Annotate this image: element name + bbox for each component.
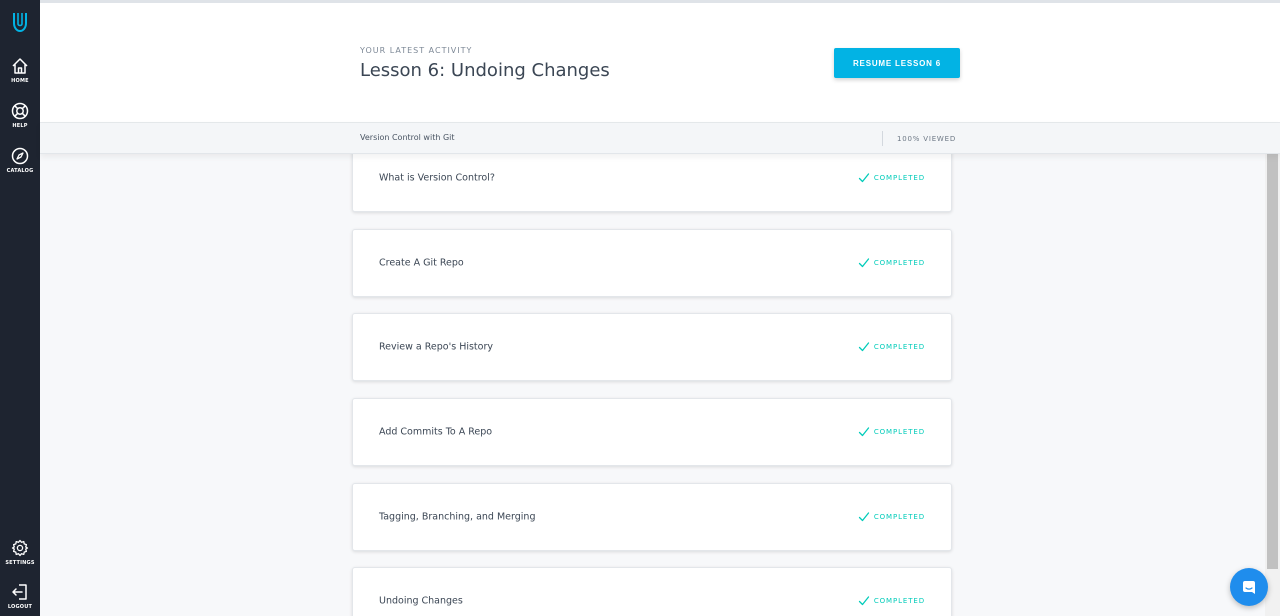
sidebar-item-logout[interactable]: LOGOUT [0,582,40,610]
status-badge: COMPLETED [858,341,925,353]
status-text: COMPLETED [873,597,925,605]
lesson-title: What is Version Control? [379,172,495,184]
lesson-title: Create A Git Repo [379,257,464,269]
course-subheader: Version Control with Git 100% VIEWED [40,123,1280,154]
lesson-card[interactable]: What is Version Control? COMPLETED [352,154,952,212]
lesson-card[interactable]: Undoing Changes COMPLETED [352,567,952,616]
sidebar-item-label: HELP [12,123,28,129]
compass-icon [11,147,29,165]
checkmark-icon [858,427,869,437]
udacity-logo-icon[interactable] [8,10,32,34]
lesson-title: Tagging, Branching, and Merging [379,511,536,523]
sidebar-item-settings[interactable]: SETTINGS [0,538,40,566]
checkmark-icon [858,173,869,183]
checkmark-icon [858,258,869,268]
viewed-progress-label: 100% VIEWED [897,135,957,143]
status-text: COMPLETED [873,259,925,267]
checkmark-icon [858,596,869,606]
sidebar-item-help[interactable]: HELP [0,101,40,129]
status-text: COMPLETED [873,174,925,182]
sidebar-item-label: SETTINGS [5,560,35,566]
scrollbar-thumb[interactable] [1267,154,1278,569]
resume-lesson-button[interactable]: RESUME LESSON 6 [834,48,960,78]
checkmark-icon [858,512,869,522]
chat-button[interactable] [1230,568,1268,606]
divider [882,131,883,146]
sidebar: HOME HELP CATALOG SETTINGS LOGOUT [0,0,40,616]
lesson-list: What is Version Control? COMPLETED Creat… [40,154,1265,616]
chat-icon [1243,581,1255,594]
status-badge: COMPLETED [858,172,925,184]
lifebuoy-icon [11,102,29,120]
lesson-card[interactable]: Create A Git Repo COMPLETED [352,229,952,297]
lesson-title: Undoing Changes [379,595,463,607]
page-title: Lesson 6: Undoing Changes [360,60,610,81]
latest-activity-header: YOUR LATEST ACTIVITY Lesson 6: Undoing C… [40,3,1280,123]
status-badge: COMPLETED [858,595,925,607]
sidebar-item-label: CATALOG [6,168,34,174]
latest-activity-eyebrow: YOUR LATEST ACTIVITY [360,46,473,55]
home-icon [12,58,28,74]
status-text: COMPLETED [873,513,925,521]
sidebar-item-label: HOME [11,78,29,84]
logout-icon [12,584,27,600]
status-badge: COMPLETED [858,511,925,523]
course-name[interactable]: Version Control with Git [360,133,455,142]
lesson-title: Add Commits To A Repo [379,426,493,438]
status-badge: COMPLETED [858,257,925,269]
sidebar-item-label: LOGOUT [7,604,33,610]
lesson-card[interactable]: Tagging, Branching, and Merging COMPLETE… [352,483,952,551]
status-badge: COMPLETED [858,426,925,438]
gear-icon [11,539,29,557]
lesson-card[interactable]: Add Commits To A Repo COMPLETED [352,398,952,466]
sidebar-item-home[interactable]: HOME [0,56,40,84]
sidebar-item-catalog[interactable]: CATALOG [0,146,40,174]
lesson-title: Review a Repo's History [379,341,493,353]
checkmark-icon [858,342,869,352]
lesson-card[interactable]: Review a Repo's History COMPLETED [352,313,952,381]
status-text: COMPLETED [873,428,925,436]
status-text: COMPLETED [873,343,925,351]
